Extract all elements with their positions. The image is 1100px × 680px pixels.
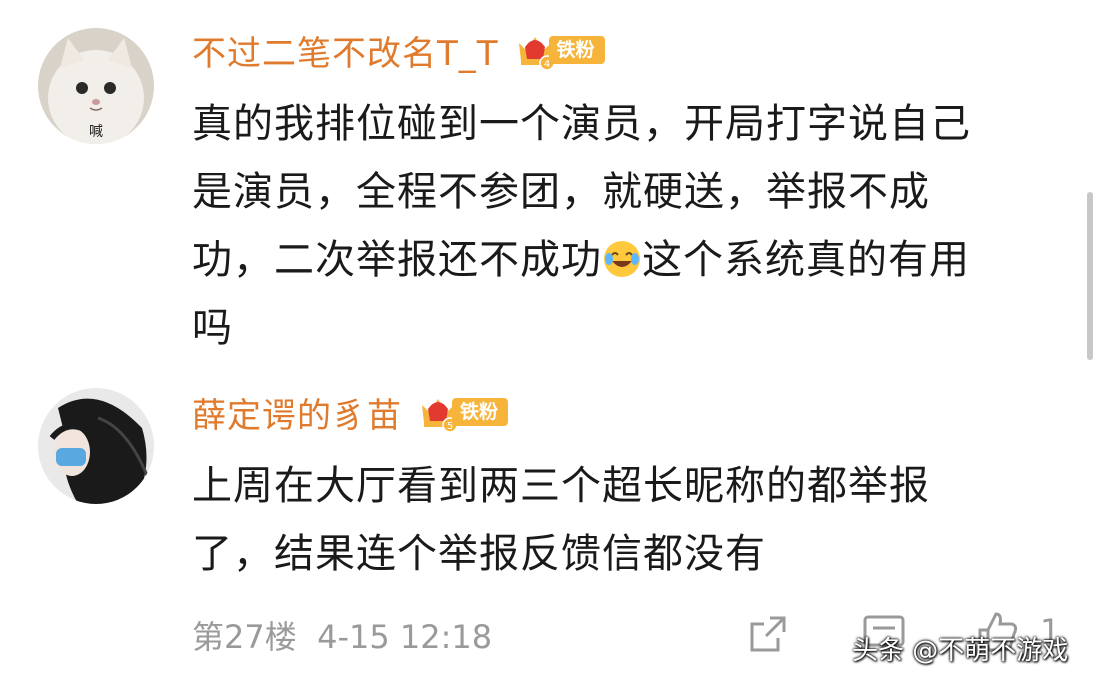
floor-number: 第27楼 bbox=[192, 618, 297, 656]
username[interactable]: 薛定谔的豸苗 bbox=[192, 388, 402, 437]
comment-line: 是演员，全程不参团，就硬送，举报不成 bbox=[192, 169, 930, 215]
scrollbar[interactable] bbox=[1087, 192, 1093, 360]
cat-avatar-image: 喊 bbox=[38, 28, 154, 144]
comment-line-segment: 功，二次举报还不成功 bbox=[192, 237, 602, 283]
svg-text:喊: 喊 bbox=[89, 124, 103, 140]
post-time: 4-15 12:18 bbox=[317, 618, 493, 656]
avatar[interactable]: 喊 bbox=[38, 28, 154, 144]
username-row: 薛定谔的豸苗 5 铁粉 bbox=[192, 388, 509, 437]
badge-label: 铁粉 bbox=[548, 36, 605, 64]
username[interactable]: 不过二笔不改名T_T bbox=[192, 26, 499, 75]
comment-line: 上周在大厅看到两三个超长昵称的都举报 bbox=[192, 463, 930, 509]
fan-badge[interactable]: 4 铁粉 bbox=[515, 30, 605, 71]
comment-text: 真的我排位碰到一个演员，开局打字说自己 是演员，全程不参团，就硬送，举报不成 功… bbox=[192, 90, 971, 362]
laugh-cry-emoji-icon bbox=[604, 241, 640, 277]
comment-line: 了，结果连个举报反馈信都没有 bbox=[192, 531, 766, 577]
comment-line: 功，二次举报还不成功 这个系统真的有用 bbox=[192, 226, 971, 294]
comment-line: 真的我排位碰到一个演员，开局打字说自己 bbox=[192, 101, 971, 147]
floor-and-time: 第27楼 4-15 12:18 bbox=[192, 612, 492, 658]
person-avatar-image bbox=[38, 388, 154, 504]
comment-line-segment: 这个系统真的有用 bbox=[642, 237, 970, 283]
share-icon[interactable] bbox=[748, 614, 788, 654]
fan-badge[interactable]: 5 铁粉 bbox=[418, 392, 509, 433]
comment-line: 吗 bbox=[192, 305, 233, 351]
username-row: 不过二笔不改名T_T 4 铁粉 bbox=[192, 26, 605, 74]
badge-label: 铁粉 bbox=[452, 398, 509, 426]
comment-text: 上周在大厅看到两三个超长昵称的都举报 了，结果连个举报反馈信都没有 bbox=[192, 452, 930, 588]
avatar[interactable] bbox=[38, 388, 154, 504]
watermark: 头条 @不萌不游戏 bbox=[852, 636, 1069, 666]
